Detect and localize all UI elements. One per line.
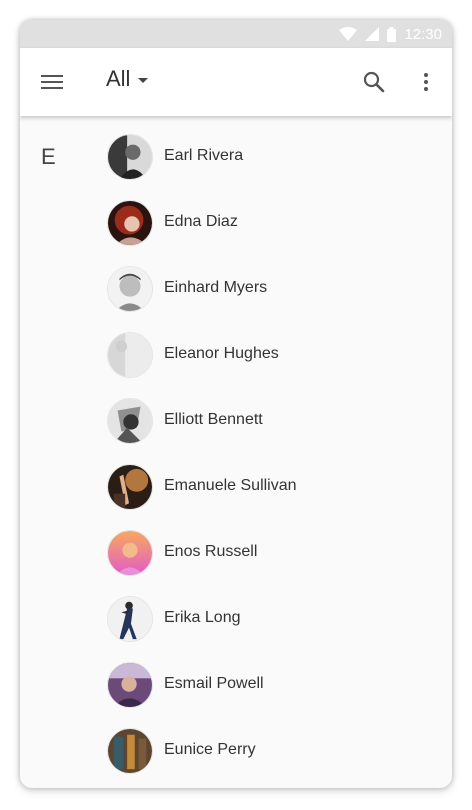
contact-name: Erika Long [164,609,241,626]
contact-name: Edna Diaz [164,213,238,230]
contact-row-eunice-perry[interactable]: Eunice Perry [20,718,452,784]
contact-row-edna-diaz[interactable]: Edna Diaz [20,190,452,256]
contact-name: Eunice Perry [164,741,256,758]
contact-row-enos-russell[interactable]: Enos Russell [20,520,452,586]
status-time: 12:30 [404,25,442,43]
app-bar: All [20,48,452,116]
contact-row-esmail-powell[interactable]: Esmail Powell [20,652,452,718]
avatar [107,200,153,246]
contact-row-erika-long[interactable]: Erika Long [20,586,452,652]
contact-row-eleanor-hughes[interactable]: Eleanor Hughes [20,322,452,388]
filter-label: All [106,66,131,91]
signal-icon [365,27,380,41]
contact-name: Earl Rivera [164,147,244,164]
avatar [107,662,153,708]
search-icon[interactable] [362,70,386,94]
dropdown-arrow-icon [138,77,149,83]
more-vert-icon[interactable] [418,69,434,95]
contact-name: Eleanor Hughes [164,345,279,362]
battery-icon [387,26,397,42]
avatar [107,134,153,180]
avatar [107,596,153,642]
avatar [107,530,153,576]
contact-name: Elliott Bennett [164,411,263,428]
avatar [107,728,153,774]
avatar [107,332,153,378]
filter-dropdown[interactable]: All [106,66,149,92]
contact-name: Esmail Powell [164,675,264,692]
contact-name: Emanuele Sullivan [164,477,297,494]
contact-name: Einhard Myers [164,279,268,296]
wifi-icon [339,27,358,41]
contact-row-emanuele-sullivan[interactable]: Emanuele Sullivan [20,454,452,520]
avatar [107,464,153,510]
hamburger-menu-icon[interactable] [38,68,66,96]
contact-name: Enos Russell [164,543,258,560]
phone-screen: 12:30 All E Earl Rivera Edna Diaz Einhar… [20,20,452,788]
avatar [107,266,153,312]
contact-row-elliott-bennett[interactable]: Elliott Bennett [20,388,452,454]
contact-row-earl-rivera[interactable]: Earl Rivera [20,124,452,190]
status-bar: 12:30 [20,20,452,48]
contact-row-einhard-myers[interactable]: Einhard Myers [20,256,452,322]
avatar [107,398,153,444]
